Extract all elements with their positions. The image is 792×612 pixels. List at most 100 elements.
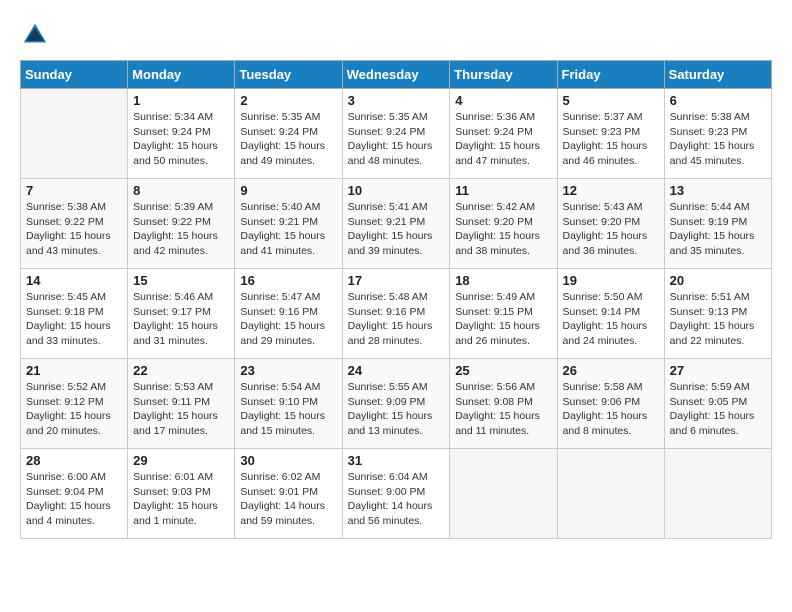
- day-number: 7: [26, 183, 122, 198]
- day-number: 15: [133, 273, 229, 288]
- cell-info: Sunrise: 5:35 AMSunset: 9:24 PMDaylight:…: [348, 110, 445, 169]
- calendar-cell: 16 Sunrise: 5:47 AMSunset: 9:16 PMDayligh…: [235, 269, 342, 359]
- day-number: 26: [563, 363, 659, 378]
- calendar-cell: 26 Sunrise: 5:58 AMSunset: 9:06 PMDayligh…: [557, 359, 664, 449]
- day-number: 30: [240, 453, 336, 468]
- calendar-cell: 29Sunrise: 6:01 AMSunset: 9:03 PMDayligh…: [128, 449, 235, 539]
- cell-info: Sunrise: 5:50 AMSunset: 9:14 PMDaylight:…: [563, 290, 659, 349]
- day-number: 3: [348, 93, 445, 108]
- calendar-cell: 6 Sunrise: 5:38 AMSunset: 9:23 PMDaylight…: [664, 89, 771, 179]
- calendar-cell: 28Sunrise: 6:00 AMSunset: 9:04 PMDayligh…: [21, 449, 128, 539]
- calendar-cell: 5 Sunrise: 5:37 AMSunset: 9:23 PMDaylight…: [557, 89, 664, 179]
- cell-info: Sunrise: 5:39 AMSunset: 9:22 PMDaylight:…: [133, 200, 229, 259]
- weekday-header-tuesday: Tuesday: [235, 61, 342, 89]
- calendar-cell: 4 Sunrise: 5:36 AMSunset: 9:24 PMDaylight…: [450, 89, 557, 179]
- weekday-header-monday: Monday: [128, 61, 235, 89]
- calendar-cell: 31 Sunrise: 6:04 AMSunset: 9:00 PMDayligh…: [342, 449, 450, 539]
- calendar-cell: 25 Sunrise: 5:56 AMSunset: 9:08 PMDayligh…: [450, 359, 557, 449]
- cell-info: Sunrise: 6:01 AMSunset: 9:03 PMDaylight:…: [133, 470, 229, 529]
- day-number: 31: [348, 453, 445, 468]
- cell-info: Sunrise: 5:54 AMSunset: 9:10 PMDaylight:…: [240, 380, 336, 439]
- cell-info: Sunrise: 5:34 AMSunset: 9:24 PMDaylight:…: [133, 110, 229, 169]
- cell-info: Sunrise: 5:48 AMSunset: 9:16 PMDaylight:…: [348, 290, 445, 349]
- day-number: 16: [240, 273, 336, 288]
- weekday-header-thursday: Thursday: [450, 61, 557, 89]
- cell-info: Sunrise: 5:42 AMSunset: 9:20 PMDaylight:…: [455, 200, 551, 259]
- day-number: 24: [348, 363, 445, 378]
- day-number: 5: [563, 93, 659, 108]
- cell-info: Sunrise: 5:41 AMSunset: 9:21 PMDaylight:…: [348, 200, 445, 259]
- week-row-1: 1 Sunrise: 5:34 AMSunset: 9:24 PMDaylight…: [21, 89, 772, 179]
- day-number: 4: [455, 93, 551, 108]
- logo-icon: [20, 20, 50, 50]
- week-row-4: 21Sunrise: 5:52 AMSunset: 9:12 PMDayligh…: [21, 359, 772, 449]
- weekday-header-wednesday: Wednesday: [342, 61, 450, 89]
- cell-info: Sunrise: 5:36 AMSunset: 9:24 PMDaylight:…: [455, 110, 551, 169]
- cell-info: Sunrise: 5:45 AMSunset: 9:18 PMDaylight:…: [26, 290, 122, 349]
- day-number: 10: [348, 183, 445, 198]
- calendar-cell: 8 Sunrise: 5:39 AMSunset: 9:22 PMDaylight…: [128, 179, 235, 269]
- calendar-cell: 19 Sunrise: 5:50 AMSunset: 9:14 PMDayligh…: [557, 269, 664, 359]
- calendar-cell: 23 Sunrise: 5:54 AMSunset: 9:10 PMDayligh…: [235, 359, 342, 449]
- calendar-cell: 15 Sunrise: 5:46 AMSunset: 9:17 PMDayligh…: [128, 269, 235, 359]
- calendar-cell: 11 Sunrise: 5:42 AMSunset: 9:20 PMDayligh…: [450, 179, 557, 269]
- calendar-cell: [664, 449, 771, 539]
- day-number: 13: [670, 183, 766, 198]
- calendar-cell: 12 Sunrise: 5:43 AMSunset: 9:20 PMDayligh…: [557, 179, 664, 269]
- day-number: 21: [26, 363, 122, 378]
- week-row-5: 28Sunrise: 6:00 AMSunset: 9:04 PMDayligh…: [21, 449, 772, 539]
- day-number: 18: [455, 273, 551, 288]
- calendar-cell: 22 Sunrise: 5:53 AMSunset: 9:11 PMDayligh…: [128, 359, 235, 449]
- cell-info: Sunrise: 5:53 AMSunset: 9:11 PMDaylight:…: [133, 380, 229, 439]
- day-number: 9: [240, 183, 336, 198]
- calendar-cell: [450, 449, 557, 539]
- cell-info: Sunrise: 5:49 AMSunset: 9:15 PMDaylight:…: [455, 290, 551, 349]
- calendar-cell: 9 Sunrise: 5:40 AMSunset: 9:21 PMDaylight…: [235, 179, 342, 269]
- day-number: 1: [133, 93, 229, 108]
- calendar-cell: 14 Sunrise: 5:45 AMSunset: 9:18 PMDayligh…: [21, 269, 128, 359]
- cell-info: Sunrise: 5:46 AMSunset: 9:17 PMDaylight:…: [133, 290, 229, 349]
- cell-info: Sunrise: 5:51 AMSunset: 9:13 PMDaylight:…: [670, 290, 766, 349]
- cell-info: Sunrise: 5:40 AMSunset: 9:21 PMDaylight:…: [240, 200, 336, 259]
- day-number: 2: [240, 93, 336, 108]
- calendar-cell: 10 Sunrise: 5:41 AMSunset: 9:21 PMDayligh…: [342, 179, 450, 269]
- day-number: 25: [455, 363, 551, 378]
- day-number: 19: [563, 273, 659, 288]
- day-number: 8: [133, 183, 229, 198]
- cell-info: Sunrise: 6:02 AMSunset: 9:01 PMDaylight:…: [240, 470, 336, 529]
- day-number: 17: [348, 273, 445, 288]
- week-row-2: 7 Sunrise: 5:38 AMSunset: 9:22 PMDaylight…: [21, 179, 772, 269]
- cell-info: Sunrise: 5:37 AMSunset: 9:23 PMDaylight:…: [563, 110, 659, 169]
- logo: [20, 20, 54, 50]
- calendar-cell: 18 Sunrise: 5:49 AMSunset: 9:15 PMDayligh…: [450, 269, 557, 359]
- cell-info: Sunrise: 5:38 AMSunset: 9:22 PMDaylight:…: [26, 200, 122, 259]
- calendar-cell: 27Sunrise: 5:59 AMSunset: 9:05 PMDayligh…: [664, 359, 771, 449]
- cell-info: Sunrise: 5:44 AMSunset: 9:19 PMDaylight:…: [670, 200, 766, 259]
- weekday-header-friday: Friday: [557, 61, 664, 89]
- calendar-cell: 30 Sunrise: 6:02 AMSunset: 9:01 PMDayligh…: [235, 449, 342, 539]
- day-number: 12: [563, 183, 659, 198]
- calendar-cell: 21Sunrise: 5:52 AMSunset: 9:12 PMDayligh…: [21, 359, 128, 449]
- cell-info: Sunrise: 5:47 AMSunset: 9:16 PMDaylight:…: [240, 290, 336, 349]
- day-number: 23: [240, 363, 336, 378]
- day-number: 6: [670, 93, 766, 108]
- calendar-cell: 1 Sunrise: 5:34 AMSunset: 9:24 PMDaylight…: [128, 89, 235, 179]
- day-number: 27: [670, 363, 766, 378]
- calendar-cell: [557, 449, 664, 539]
- day-number: 22: [133, 363, 229, 378]
- page-header: [20, 20, 772, 50]
- cell-info: Sunrise: 6:04 AMSunset: 9:00 PMDaylight:…: [348, 470, 445, 529]
- weekday-header-saturday: Saturday: [664, 61, 771, 89]
- calendar-cell: 24Sunrise: 5:55 AMSunset: 9:09 PMDayligh…: [342, 359, 450, 449]
- calendar-cell: [21, 89, 128, 179]
- day-number: 14: [26, 273, 122, 288]
- calendar-cell: 20Sunrise: 5:51 AMSunset: 9:13 PMDayligh…: [664, 269, 771, 359]
- cell-info: Sunrise: 5:38 AMSunset: 9:23 PMDaylight:…: [670, 110, 766, 169]
- cell-info: Sunrise: 5:43 AMSunset: 9:20 PMDaylight:…: [563, 200, 659, 259]
- cell-info: Sunrise: 5:35 AMSunset: 9:24 PMDaylight:…: [240, 110, 336, 169]
- cell-info: Sunrise: 5:56 AMSunset: 9:08 PMDaylight:…: [455, 380, 551, 439]
- week-row-3: 14 Sunrise: 5:45 AMSunset: 9:18 PMDayligh…: [21, 269, 772, 359]
- day-number: 11: [455, 183, 551, 198]
- calendar-cell: 3 Sunrise: 5:35 AMSunset: 9:24 PMDaylight…: [342, 89, 450, 179]
- cell-info: Sunrise: 5:58 AMSunset: 9:06 PMDaylight:…: [563, 380, 659, 439]
